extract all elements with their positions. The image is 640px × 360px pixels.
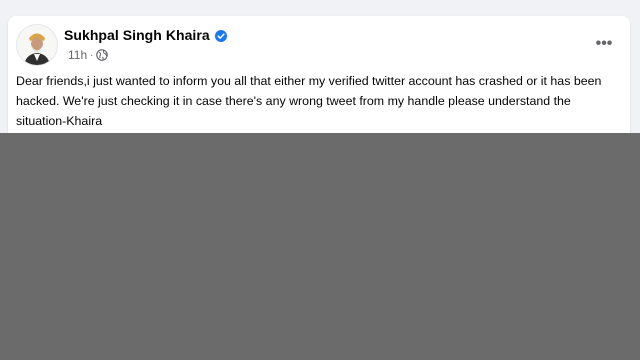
page: Sukhpal Singh Khaira 11h · ••• Dear frie…	[0, 0, 640, 360]
post-text: Dear friends,i just wanted to inform you…	[16, 74, 602, 128]
post-header: Sukhpal Singh Khaira 11h · •••	[16, 24, 622, 68]
globe-icon[interactable]	[96, 49, 109, 61]
more-options-icon: •••	[595, 35, 613, 52]
post-timestamp[interactable]: 11h	[68, 48, 87, 62]
gray-overlay	[0, 133, 640, 360]
verified-badge-icon	[214, 29, 227, 42]
author-line: Sukhpal Singh Khaira	[64, 26, 227, 44]
author-name[interactable]: Sukhpal Singh Khaira	[64, 27, 210, 43]
meta-separator: ·	[90, 49, 94, 61]
post-meta: 11h ·	[68, 47, 109, 63]
more-options-button[interactable]: •••	[590, 32, 618, 56]
avatar[interactable]	[16, 24, 58, 66]
post-card: Sukhpal Singh Khaira 11h · ••• Dear frie…	[8, 16, 630, 133]
